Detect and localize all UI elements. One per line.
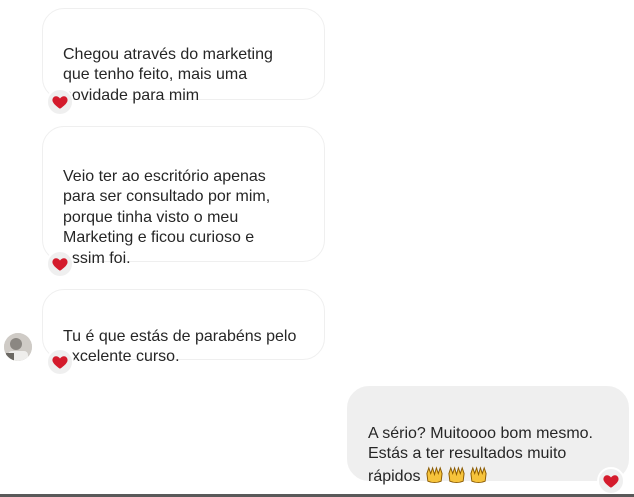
message-bubble-outgoing[interactable]: A sério? Muitoooo bom mesmo. Estás a ter… [347,386,629,485]
raised-hands-icon [470,465,487,483]
avatar-image [4,333,32,361]
avatar[interactable] [4,333,32,361]
message-text: Tu é que estás de parabéns pelo excelent… [63,327,297,366]
chat-thread: Chegou através do marketing que tenho fe… [0,0,634,497]
reaction-badge[interactable] [46,250,74,278]
raised-hands-icon [426,465,443,483]
heart-icon [52,356,68,369]
reaction-badge[interactable] [597,467,625,495]
raised-hands-emoji [425,465,491,485]
message-bubble-incoming[interactable]: Chegou através do marketing que tenho fe… [42,8,325,104]
message-text: Veio ter ao escritório apenas para ser c… [63,167,271,267]
message-text: Chegou através do marketing que tenho fe… [63,45,273,104]
heart-icon [52,258,68,271]
message-bubble-incoming[interactable]: Tu é que estás de parabéns pelo excelent… [42,289,325,365]
raised-hands-icon [448,465,465,483]
message-bubble-incoming[interactable]: Veio ter ao escritório apenas para ser c… [42,126,325,267]
heart-icon [603,475,619,488]
reaction-badge[interactable] [46,348,74,376]
heart-icon [52,96,68,109]
reaction-badge[interactable] [46,88,74,116]
